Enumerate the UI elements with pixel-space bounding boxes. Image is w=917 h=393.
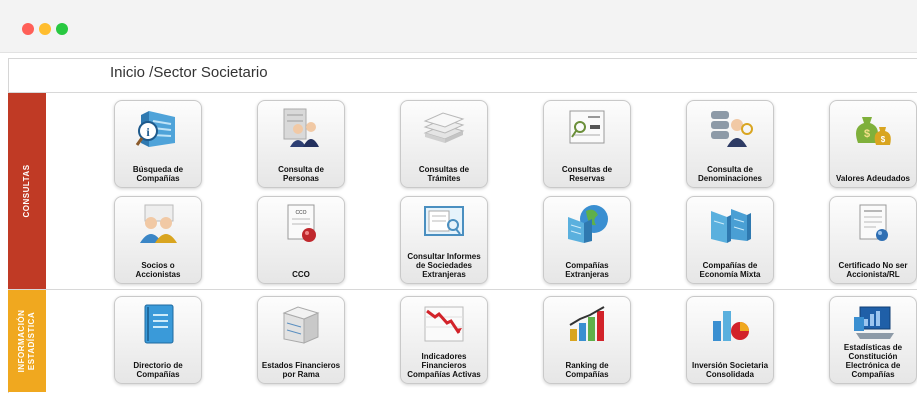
tile-label: Directorio de Compañías [133,361,183,379]
svg-text:$: $ [864,128,870,140]
tile-inversion-societaria[interactable]: Inversión Societaria Consolidada [686,296,774,384]
tile-indicadores-financieros[interactable]: Indicadores Financieros Compañías Activa… [400,296,488,384]
tile-cco[interactable]: CCO CCO [257,196,345,284]
tile-consulta-denominaciones[interactable]: Consulta de Denominaciones [686,100,774,188]
tile-label: Valores Adeudados [836,174,910,183]
tile-informes-sociedades-extranjeras[interactable]: Consultar Informes de Sociedades Extranj… [400,196,488,284]
tile-label: Socios o Accionistas [135,261,181,279]
tile-label: Indicadores Financieros Compañías Activa… [407,352,481,379]
certificate-seal-icon: CCO [278,203,324,245]
consultas-section-label: CONSULTAS [22,164,31,218]
informacion-section-bar: INFORMACIÓN ESTADÍSTICA [8,290,46,392]
tile-consulta-personas[interactable]: Consulta de Personas [257,100,345,188]
notebook-icon [135,303,181,345]
tile-valores-adeudados[interactable]: $ $ Valores Adeudados [829,100,917,188]
tile-label: Estados Financieros por Rama [261,361,341,379]
partners-icon [135,203,181,245]
svg-text:$: $ [881,135,886,144]
tile-estadisticas-constitucion[interactable]: Estadísticas de Constitución Electrónica… [829,296,917,384]
tile-directorio-companias[interactable]: Directorio de Compañías [114,296,202,384]
document-magnifier-icon [564,107,610,149]
tile-label: Estadísticas de Constitución Electrónica… [843,343,903,379]
informacion-section-label: INFORMACIÓN ESTADÍSTICA [17,310,37,373]
money-bags-icon: $ $ [850,107,896,149]
informacion-label-line1: INFORMACIÓN [17,309,26,373]
office-building-icon [278,303,324,345]
server-person-icon [707,107,753,149]
informacion-label-line2: ESTADÍSTICA [27,311,36,371]
tile-consultas-reservas[interactable]: Consultas de Reservas [543,100,631,188]
bar-chart-icon [564,303,610,345]
tile-label: Consultar Informes de Sociedades Extranj… [407,252,481,279]
globe-buildings-icon [564,203,610,245]
section-divider [8,289,917,290]
tile-label: Compañías Extranjeras [565,261,609,279]
tile-label: Certificado No ser Accionista/RL [838,261,908,279]
breadcrumb: Inicio /Sector Societario [110,64,268,81]
people-building-icon [278,107,324,149]
window-titlebar [0,0,917,53]
tile-label: Compañías de Economía Mixta [699,261,761,279]
maximize-window-button[interactable] [56,23,68,35]
tile-label: Inversión Societaria Consolidada [691,361,769,379]
certificate-doc-icon [850,203,896,245]
decline-chart-icon [421,303,467,345]
minimize-window-button[interactable] [39,23,51,35]
consultas-section-bar: CONSULTAS [8,93,46,289]
tile-estados-financieros[interactable]: Estados Financieros por Rama [257,296,345,384]
tile-ranking-companias[interactable]: Ranking de Compañías [543,296,631,384]
tile-label: Consultas de Trámites [418,165,470,183]
svg-text:CCO: CCO [295,210,306,216]
tile-label: Ranking de Compañías [565,361,609,379]
document-screen-icon [421,203,467,245]
tile-companias-extranjeras[interactable]: Compañías Extranjeras [543,196,631,284]
tile-companias-economia-mixta[interactable]: Compañías de Economía Mixta [686,196,774,284]
tile-label: Consulta de Denominaciones [697,165,762,183]
tile-consultas-tramites[interactable]: Consultas de Trámites [400,100,488,188]
tile-label: Búsqueda de Compañías [132,165,184,183]
close-window-button[interactable] [22,23,34,35]
bars-pie-icon [707,303,753,345]
tile-label: Consultas de Reservas [561,165,613,183]
tile-busqueda-companias[interactable]: i Búsqueda de Compañías [114,100,202,188]
building-search-icon: i [135,107,181,149]
tile-certificado-no-accionista[interactable]: Certificado No ser Accionista/RL [829,196,917,284]
twin-buildings-icon [707,203,753,245]
header-divider [8,92,917,93]
tile-socios-accionistas[interactable]: Socios o Accionistas [114,196,202,284]
tile-label: Consulta de Personas [278,165,324,183]
laptop-stats-icon [850,303,896,345]
papers-stack-icon [421,107,467,149]
tile-label: CCO [292,270,310,279]
